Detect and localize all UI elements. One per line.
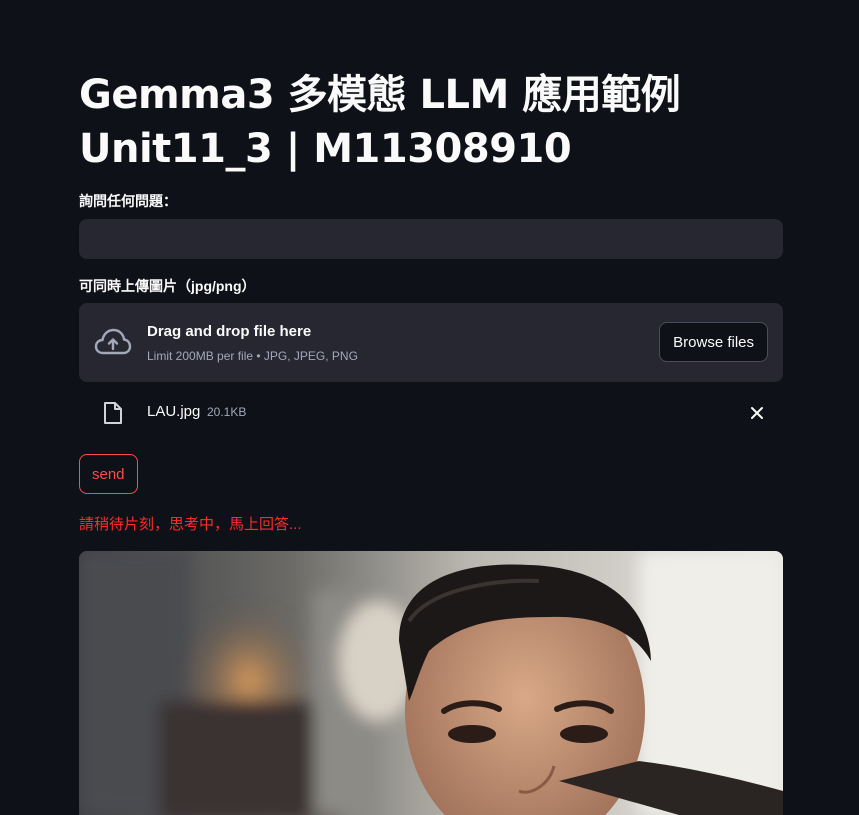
uploaded-file-name: LAU.jpg [147,403,201,420]
cloud-upload-icon [94,328,132,355]
close-icon[interactable] [749,405,765,421]
dropzone-limit-text: Limit 200MB per file • JPG, JPEG, PNG [147,349,358,363]
page-title: Gemma3 多模態 LLM 應用範例 Unit11_3 | M11308910 [79,68,783,176]
page-title-line-2: Unit11_3 | M11308910 [79,126,572,172]
browse-files-button[interactable]: Browse files [659,322,768,362]
file-icon [104,402,122,424]
file-dropzone[interactable]: Drag and drop file here Limit 200MB per … [79,303,783,382]
send-button[interactable]: send [79,454,138,494]
question-input[interactable] [79,219,783,259]
dropzone-instructions: Drag and drop file here [147,323,312,340]
status-message: 請稍待片刻，思考中，馬上回答... [79,516,302,533]
upload-label: 可同時上傳圖片（jpg/png） [79,278,256,294]
portrait-photo [79,551,783,815]
uploaded-file-item: LAU.jpg 20.1KB [79,395,783,431]
uploaded-image-preview [79,551,783,815]
question-label: 詢問任何問題： [79,193,177,209]
page-title-line-1: Gemma3 多模態 LLM 應用範例 [79,72,681,118]
uploaded-file-size: 20.1KB [207,405,247,419]
app-page: Gemma3 多模態 LLM 應用範例 Unit11_3 | M11308910… [0,0,859,815]
